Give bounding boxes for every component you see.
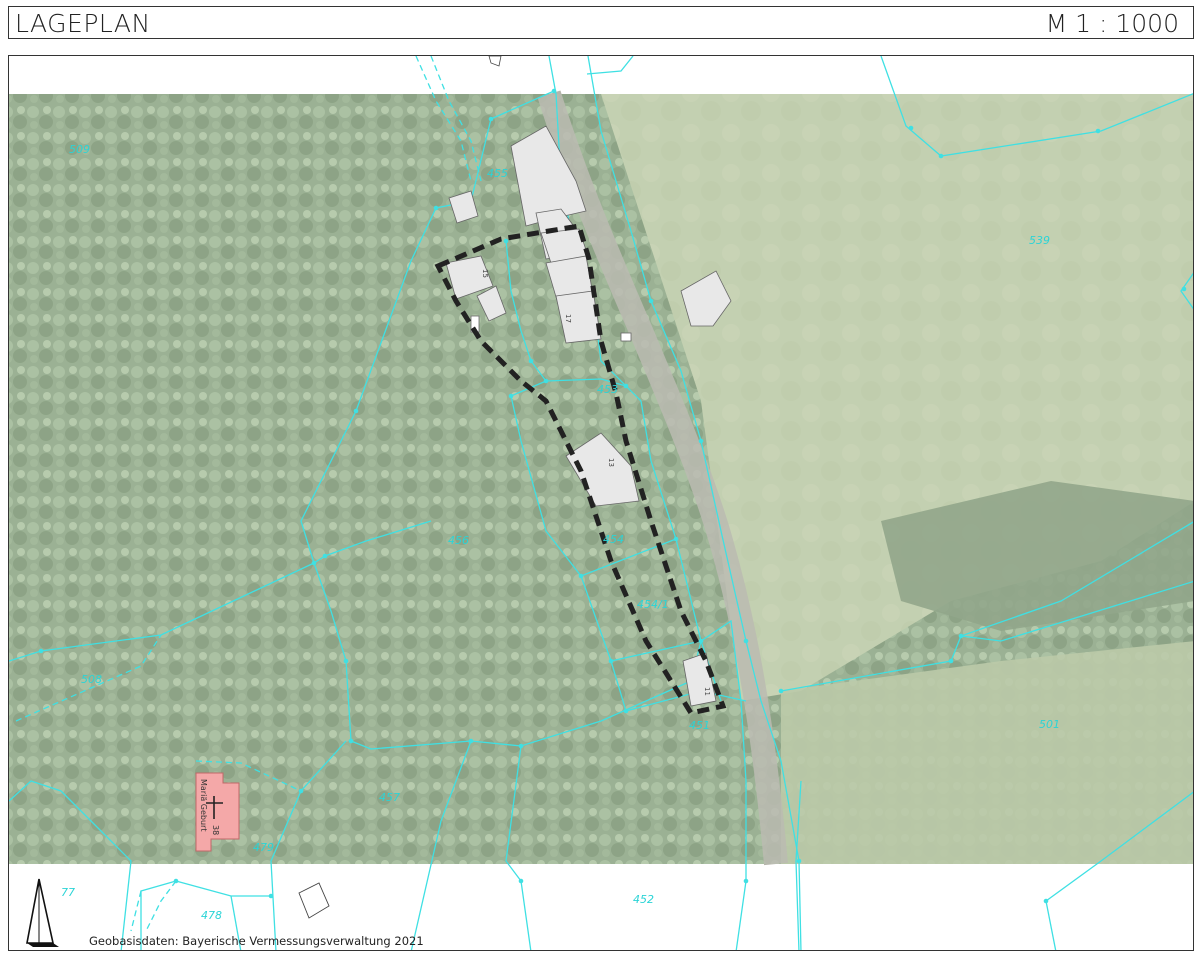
svg-text:17: 17 [564, 314, 572, 323]
church-building: Mariä Geburt 38 [195, 772, 240, 852]
svg-text:478: 478 [201, 909, 222, 922]
small-structure [298, 882, 330, 919]
svg-text:454: 454 [603, 533, 624, 546]
svg-text:11: 11 [703, 687, 711, 696]
svg-text:13: 13 [607, 458, 615, 467]
svg-text:15: 15 [481, 269, 489, 278]
svg-text:479: 479 [253, 841, 274, 854]
svg-text:451: 451 [689, 719, 710, 732]
north-arrow-icon [26, 878, 59, 947]
church-number: 38 [211, 825, 220, 835]
svg-text:501: 501 [1039, 718, 1060, 731]
site-map[interactable]: 15 17 13 11 Mariä Geburt 38 509 455 539 [9, 56, 1194, 951]
svg-text:455: 455 [487, 167, 508, 180]
map-frame[interactable]: 15 17 13 11 Mariä Geburt 38 509 455 539 [8, 55, 1194, 951]
plan-scale: M 1 : 1000 [1045, 9, 1179, 38]
plan-title: LAGEPLAN [15, 9, 151, 38]
svg-text:453: 453 [597, 383, 618, 396]
svg-text:509: 509 [69, 143, 90, 156]
svg-text:457: 457 [379, 791, 400, 804]
church-label: Mariä Geburt [199, 779, 208, 831]
title-block: LAGEPLAN M 1 : 1000 [8, 6, 1194, 39]
data-source-credit: Geobasisdaten: Bayerische Vermessungsver… [89, 934, 424, 948]
svg-text:452: 452 [633, 893, 654, 906]
svg-text:454/1: 454/1 [637, 598, 669, 611]
svg-text:456: 456 [448, 534, 469, 547]
svg-text:539: 539 [1029, 234, 1050, 247]
svg-text:508: 508 [81, 673, 102, 686]
